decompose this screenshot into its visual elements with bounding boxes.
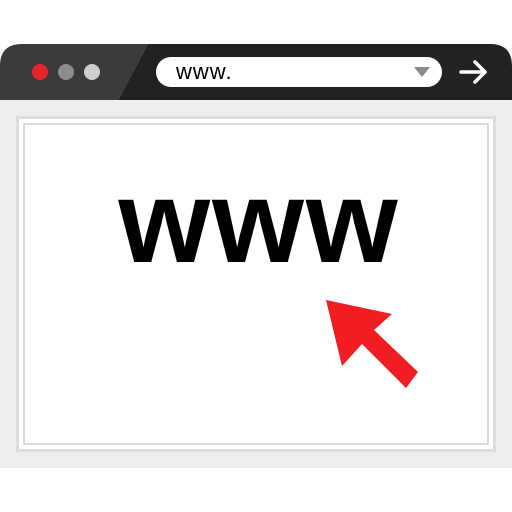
page-heading: www — [118, 156, 400, 288]
window-controls — [32, 64, 100, 80]
close-dot-icon[interactable] — [32, 64, 48, 80]
minimize-dot-icon[interactable] — [58, 64, 74, 80]
page-content-area: www — [0, 100, 512, 468]
address-bar[interactable]: www. — [156, 57, 442, 87]
maximize-dot-icon[interactable] — [84, 64, 100, 80]
arrow-right-icon[interactable] — [458, 58, 490, 86]
browser-window: www. www — [0, 44, 512, 468]
browser-illustration: www. www — [0, 0, 512, 512]
triangle-down-icon[interactable] — [414, 67, 430, 77]
pointer-arrow-icon — [326, 300, 418, 388]
address-url-text[interactable]: www. — [176, 60, 233, 84]
page-frame: www — [16, 116, 496, 452]
